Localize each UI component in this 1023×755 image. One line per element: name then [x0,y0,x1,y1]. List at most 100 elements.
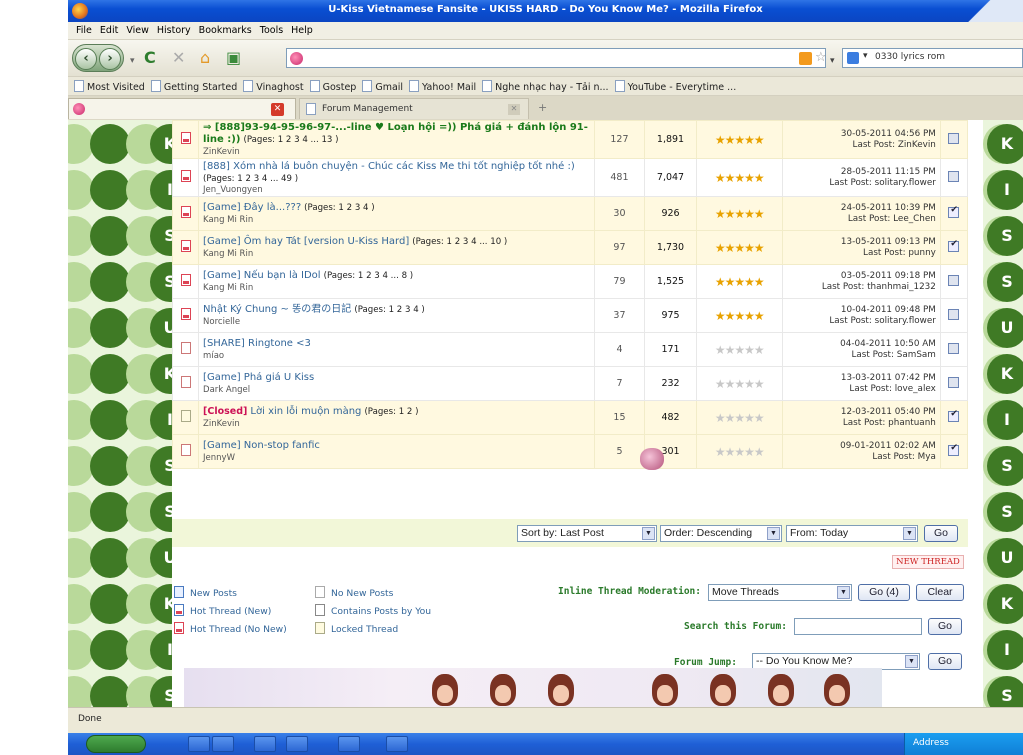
bookmark-item[interactable]: Nghe nhạc hay - Tải n... [482,80,609,93]
search-input[interactable]: 0330 lyrics rom [875,52,945,62]
thread-select-checkbox[interactable] [948,205,960,218]
search-engine-icon[interactable] [847,52,859,64]
thread-select-checkbox[interactable] [948,239,960,252]
forum-jump-go-button[interactable]: Go [928,653,962,670]
tab-ukiss[interactable]: ✕ [68,98,296,119]
close-tab-icon[interactable]: ✕ [271,103,284,116]
thread-author[interactable]: Kang Mi Rin [203,215,253,225]
back-arrow-icon[interactable]: ‹ [75,48,97,70]
add-bookmark-icon[interactable]: ▣ [226,50,241,66]
tab-forum-management[interactable]: Forum Management ✕ [299,98,529,119]
new-tab-icon[interactable]: + [538,101,547,114]
reload-icon[interactable]: C [144,50,156,66]
thread-select-checkbox[interactable] [948,170,960,182]
start-button[interactable] [86,735,146,753]
thread-author[interactable]: Kang Mi Rin [203,283,253,293]
thread-title-link[interactable]: [Game] Ôm hay Tát [version U-Kiss Hard] [203,236,409,247]
thread-replies[interactable]: 127 [593,120,645,159]
new-thread-button[interactable]: NEW THREAD [892,555,964,569]
thread-title-link[interactable]: [Game] Phá giá U Kiss [203,372,314,383]
thread-pages[interactable]: (Pages: 1 2 3 4 ... 8 ) [324,271,414,281]
bookmark-item[interactable]: Gmail [362,80,403,93]
thread-pages[interactable]: (Pages: 1 2 3 4 ... 13 ) [243,135,338,145]
address-bar[interactable]: ☆ [286,48,827,68]
thread-select-checkbox[interactable] [948,409,960,422]
taskbar-button[interactable] [212,736,234,752]
bookmark-item[interactable]: Gostep [309,80,356,93]
thread-author[interactable]: Dark Angel [203,385,250,395]
sort-by-select[interactable]: Sort by: Last Post ▼ [517,525,657,542]
chevron-down-icon[interactable]: ▼ [767,527,780,540]
taskbar-button[interactable] [338,736,360,752]
last-post-user[interactable]: Last Post: SamSam [851,350,935,360]
bookmark-item[interactable]: YouTube - Everytime ... [614,80,736,93]
thread-author[interactable]: ZinKevin [203,147,240,157]
order-select[interactable]: Order: Descending ▼ [660,525,782,542]
thread-title-link[interactable]: Lời xin lỗi muộn màng [250,406,361,417]
menu-item-view[interactable]: View [126,25,149,36]
thread-replies[interactable]: 7 [593,366,645,401]
thread-select-checkbox[interactable] [948,132,960,144]
history-dropdown-icon[interactable]: ▾ [130,53,135,69]
url-dropdown-icon[interactable]: ▾ [830,53,835,69]
thread-pages[interactable]: (Pages: 1 2 3 4 ) [354,305,424,315]
last-post-user[interactable]: Last Post: solitary.flower [829,178,936,188]
thread-title-link[interactable]: [SHARE] Ringtone <3 [203,338,311,349]
last-post-user[interactable]: Last Post: Mya [872,452,935,462]
thread-replies[interactable]: 4 [593,332,645,367]
back-forward-button[interactable]: ‹ › [72,44,124,72]
bookmark-item[interactable]: Vinaghost [243,80,304,93]
search-box[interactable]: ▾ 0330 lyrics rom [842,48,1023,68]
chevron-down-icon[interactable]: ▼ [903,527,916,540]
last-post-user[interactable]: Last Post: ZinKevin [853,140,936,150]
thread-pages[interactable]: (Pages: 1 2 3 4 ... 10 ) [412,237,507,247]
search-forum-go-button[interactable]: Go [928,618,962,635]
taskbar-button[interactable] [286,736,308,752]
last-post-user[interactable]: Last Post: love_alex [849,384,935,394]
search-engine-dropdown-icon[interactable]: ▾ [863,51,868,61]
home-icon[interactable]: ⌂ [200,50,210,66]
thread-author[interactable]: Norcielle [203,317,240,327]
thread-replies[interactable]: 97 [593,230,645,265]
chevron-down-icon[interactable]: ▼ [837,586,850,599]
thread-author[interactable]: Kang Mi Rin [203,249,253,259]
thread-select-checkbox[interactable] [948,308,960,320]
thread-replies[interactable]: 79 [593,264,645,299]
stop-icon[interactable]: ✕ [172,50,185,66]
thread-replies[interactable]: 481 [593,158,645,197]
chevron-down-icon[interactable]: ▼ [905,655,918,668]
sort-go-button[interactable]: Go [924,525,958,542]
taskbar-button[interactable] [188,736,210,752]
thread-title-link[interactable]: [Game] Nếu bạn là IDol [203,270,321,281]
chevron-down-icon[interactable]: ▼ [642,527,655,540]
rss-feed-icon[interactable] [799,52,812,65]
taskbar-button[interactable] [254,736,276,752]
thread-replies[interactable]: 37 [593,298,645,333]
search-forum-input[interactable] [794,618,922,635]
thread-title-link[interactable]: [Game] Non-stop fanfic [203,440,320,451]
thread-select-checkbox[interactable] [948,342,960,354]
thread-title-link[interactable]: Nhật Ký Chung ~ 똥の君の日記 [203,304,351,315]
close-tab-icon[interactable]: ✕ [508,104,520,115]
thread-select-checkbox[interactable] [948,274,960,286]
thread-author[interactable]: Jen_Vuongyen [203,185,263,195]
moderation-go-button[interactable]: Go (4) [858,584,910,601]
thread-author[interactable]: ZinKevin [203,419,240,429]
thread-select-checkbox[interactable] [948,376,960,388]
thread-title-link[interactable]: [Game] Đây là...??? [203,202,301,213]
taskbar-button[interactable] [386,736,408,752]
thread-replies[interactable]: 30 [593,196,645,231]
last-post-user[interactable]: Last Post: punny [863,248,936,258]
thread-title-link[interactable]: [888] Xóm nhà lá buôn chuyện - Chúc các … [203,161,575,172]
thread-pages[interactable]: (Pages: 1 2 3 4 ... 49 ) [203,174,298,184]
bookmark-item[interactable]: Yahoo! Mail [409,80,476,93]
thread-author[interactable]: míao [203,351,224,361]
bookmark-item[interactable]: Getting Started [150,80,237,93]
last-post-user[interactable]: Last Post: Lee_Chen [848,214,936,224]
menu-item-tools[interactable]: Tools [260,25,283,36]
menu-item-history[interactable]: History [157,25,191,36]
bookmark-item[interactable]: Most Visited [74,80,145,93]
last-post-user[interactable]: Last Post: solitary.flower [829,316,936,326]
forward-arrow-icon[interactable]: › [99,48,121,70]
menu-item-bookmarks[interactable]: Bookmarks [199,25,252,36]
